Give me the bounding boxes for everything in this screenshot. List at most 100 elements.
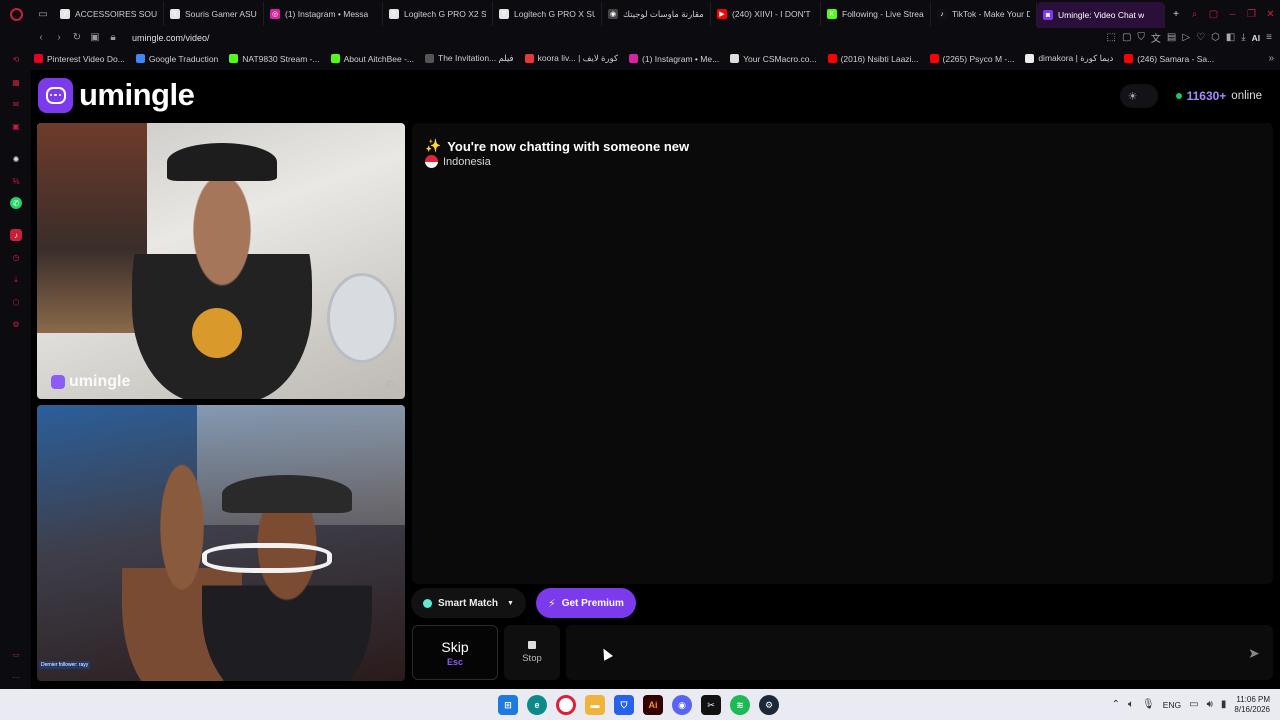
bookmarks-more-icon[interactable]: » — [1268, 53, 1274, 64]
profile-icon[interactable]: ◧ — [1226, 32, 1235, 43]
extensions-sidebar-icon[interactable]: ⬡ — [10, 296, 22, 308]
sidebar-more-icon[interactable]: ⋯ — [10, 671, 22, 683]
browser-tab[interactable]: K Following - Live Strea — [821, 2, 931, 26]
clock-date: 8/16/2026 — [1234, 704, 1270, 714]
clock[interactable]: 11:06 PM 8/16/2026 — [1234, 695, 1270, 715]
reload-button[interactable]: ↻ — [68, 32, 86, 43]
messenger-icon[interactable]: ✉ — [10, 98, 22, 110]
stop-button[interactable]: Stop — [504, 625, 560, 680]
bookmark-item[interactable]: Your CSMacro.co... — [730, 54, 817, 64]
window-controls: ⌕ ▢ – ❐ ✕ — [1185, 0, 1280, 28]
bookmark-icon[interactable]: ⬚ — [1107, 32, 1116, 43]
language-indicator[interactable]: ENG — [1163, 700, 1181, 710]
bookmark-item[interactable]: koora liv... | كورة لايف — [524, 53, 618, 64]
volume-icon[interactable]: 🔊︎ — [1207, 699, 1213, 710]
url-field[interactable]: umingle.com/video/ — [132, 33, 210, 43]
new-tab-button[interactable]: + — [1165, 2, 1187, 26]
get-premium-button[interactable]: ⚡ Get Premium — [535, 588, 636, 618]
opera-ai-icon[interactable]: ⟲ — [10, 53, 22, 65]
browser-tab[interactable]: ◙ Umingle: Video Chat w — [1037, 2, 1165, 28]
steam-icon[interactable]: ⚙ — [759, 695, 779, 715]
windows-start-icon[interactable]: ⊞ — [498, 695, 518, 715]
minimize-button[interactable]: – — [1223, 9, 1242, 20]
skip-button[interactable]: Skip Esc — [412, 625, 498, 680]
forward-button[interactable]: › — [50, 32, 68, 43]
message-input[interactable] — [566, 625, 1273, 680]
online-status-dot — [1175, 93, 1182, 99]
browser-tab[interactable]: Y ACCESSOIRES SOURI — [54, 2, 164, 26]
sidebar-setup-icon[interactable]: ▭ — [10, 649, 22, 661]
browser-tab-bar: ▭ Y ACCESSOIRES SOURI Y Souris Gamer ASUS R… — [0, 0, 1280, 28]
tab-title: TikTok - Make Your D — [952, 9, 1030, 19]
bookmark-label: Google Traduction — [148, 53, 219, 64]
discord-icon[interactable]: ◉ — [672, 695, 692, 715]
bookmark-item[interactable]: About AitchBee -... — [330, 54, 414, 64]
opera-icon[interactable] — [556, 695, 576, 715]
browser-tab[interactable]: ♪ TikTok - Make Your D — [931, 2, 1037, 26]
chatgpt-icon[interactable]: ✺ — [10, 153, 22, 165]
mail-icon[interactable]: ▣ — [10, 120, 22, 132]
calculator-icon[interactable]: ▦ — [10, 76, 22, 88]
capture-icon[interactable]: ▢ — [1122, 32, 1131, 43]
whatsapp-icon[interactable]: ✆ — [10, 197, 22, 209]
security-shield-icon[interactable]: ⛉ — [614, 695, 634, 715]
browser-tab[interactable]: ◉ مقارنة ماوسات لوجيتك — [602, 2, 711, 26]
bookmark-item[interactable]: (246) Samara - Sa... — [1124, 54, 1214, 64]
microphone-icon[interactable]: 🎙︎ — [1142, 699, 1155, 710]
history-icon[interactable]: ◷ — [10, 251, 22, 263]
bookmark-item[interactable]: (1) Instagram • Me... — [629, 54, 719, 64]
bookmark-item[interactable]: Google Traduction — [135, 53, 219, 64]
music-player-icon[interactable]: ♪ — [10, 229, 22, 241]
online-label: online — [1231, 90, 1262, 102]
tab-title: (1) Instagram • Messa — [285, 9, 369, 19]
network-icon[interactable]: ▭ — [1189, 699, 1198, 710]
smart-match-dropdown[interactable]: Smart Match ▼ — [411, 588, 526, 618]
settings-icon[interactable]: ⚙ — [10, 318, 22, 330]
translate-icon[interactable]: 文 — [1151, 30, 1161, 45]
spotify-icon[interactable]: ≋ — [730, 695, 750, 715]
bookmark-favicon-icon — [135, 54, 145, 63]
close-button[interactable]: ✕ — [1261, 9, 1280, 20]
tab-workspace-icon[interactable]: ▭ — [32, 2, 54, 26]
theme-toggle[interactable]: ☀ — [1119, 84, 1158, 108]
percent-icon[interactable]: % — [10, 175, 22, 187]
browser-tab[interactable]: Y Souris Gamer ASUS R — [164, 2, 264, 26]
browser-tab[interactable]: ▶ (240) XIIVI - I DON'T — [711, 2, 821, 26]
edge-icon[interactable]: e — [527, 695, 547, 715]
brand-logo[interactable]: umingle — [38, 77, 195, 113]
bookmark-item[interactable]: NAT9830 Stream -... — [229, 54, 320, 64]
bookmark-item[interactable]: (2265) Psyco M -... — [929, 54, 1014, 64]
get-premium-label: Get Premium — [561, 597, 624, 609]
easy-setup-icon[interactable]: ≡ — [1266, 32, 1272, 43]
tab-menu-icon[interactable]: ▢ — [1204, 9, 1223, 20]
browser-tab[interactable]: Y Logitech G PRO X2 SU — [383, 2, 493, 26]
tray-chevron-icon[interactable]: ⌃ — [1112, 699, 1120, 710]
report-flag-icon[interactable]: ⚐ — [385, 378, 395, 391]
bookmark-item[interactable]: dimakora | ديما كورة — [1025, 53, 1113, 64]
play-icon[interactable]: ▷ — [1182, 32, 1190, 43]
illustrator-icon[interactable]: Ai — [643, 695, 663, 715]
extensions-icon[interactable]: ⬡ — [1211, 32, 1220, 43]
snapshot-icon[interactable]: ▣ — [86, 32, 104, 43]
browser-tab[interactable]: ◎ (1) Instagram • Messa — [264, 2, 383, 26]
bookmark-item[interactable]: Pinterest Video Do... — [34, 54, 125, 64]
aria-ai-button[interactable]: AI — [1252, 33, 1261, 43]
speaker-icon[interactable]: 🔈︎ — [1128, 699, 1134, 710]
battery-icon[interactable]: ▮ — [1221, 699, 1227, 710]
bookmark-item[interactable]: (2016) Nsibti Laazi... — [827, 54, 919, 64]
reader-icon[interactable]: ▤ — [1167, 32, 1176, 43]
bookmark-item[interactable]: The Invitation... فيلم — [425, 53, 514, 64]
lock-icon[interactable]: 🔒︎ — [104, 32, 122, 43]
opera-menu-icon[interactable] — [0, 0, 32, 28]
send-icon[interactable]: ➤ — [1248, 645, 1260, 662]
downloads-icon[interactable]: ⤓ — [10, 274, 22, 286]
capcut-icon[interactable]: ✂ — [701, 695, 721, 715]
back-button[interactable]: ‹ — [32, 32, 50, 43]
heart-icon[interactable]: ♡ — [1196, 32, 1205, 43]
shield-icon[interactable]: ⛉ — [1137, 32, 1145, 43]
search-tabs-icon[interactable]: ⌕ — [1185, 9, 1204, 20]
maximize-button[interactable]: ❐ — [1242, 9, 1261, 20]
download-icon[interactable]: ⤓ — [1241, 32, 1245, 43]
file-explorer-icon[interactable]: ▬ — [585, 695, 605, 715]
browser-tab[interactable]: Y Logitech G PRO X SU — [493, 2, 602, 26]
